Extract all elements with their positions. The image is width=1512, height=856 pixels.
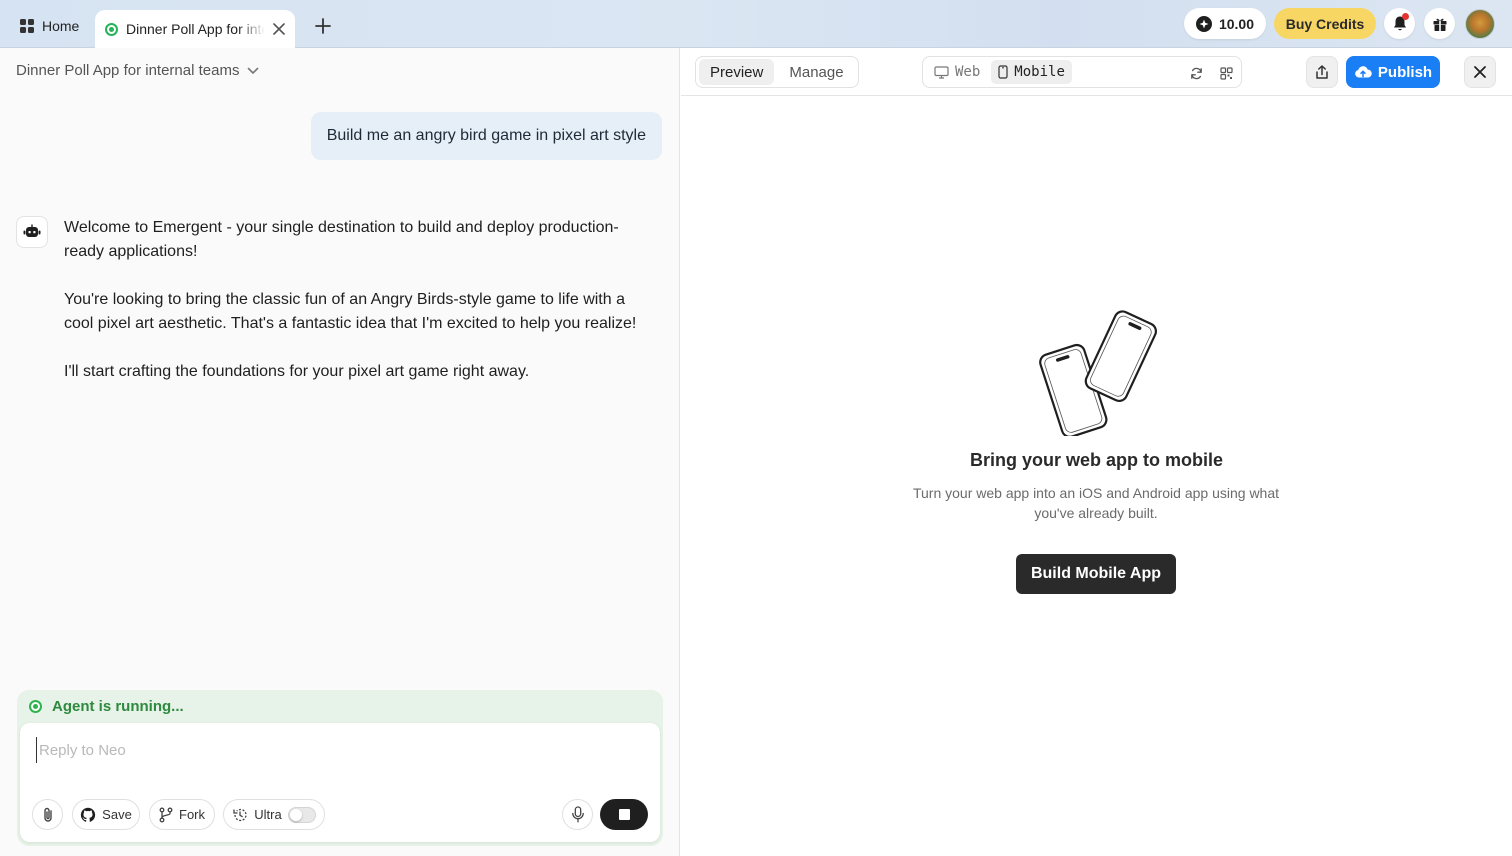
save-to-github-button[interactable]: Save	[72, 799, 140, 830]
credits-balance[interactable]: 10.00	[1184, 8, 1266, 39]
device-switcher: Web Mobile	[922, 56, 1242, 88]
credits-icon	[1195, 15, 1212, 32]
assistant-message: Welcome to Emergent - your single destin…	[64, 216, 654, 408]
close-icon	[1473, 65, 1487, 79]
notifications-button[interactable]	[1384, 8, 1415, 39]
credits-value: 10.00	[1218, 15, 1255, 32]
device-mobile-option[interactable]: Mobile	[991, 60, 1072, 84]
new-tab-button[interactable]	[310, 13, 336, 39]
save-label: Save	[102, 807, 132, 822]
gift-icon	[1432, 16, 1448, 32]
running-indicator-icon	[29, 700, 42, 713]
assistant-paragraph: I'll start crafting the foundations for …	[64, 363, 530, 380]
agent-composer: Agent is running... Save Fork	[17, 690, 663, 846]
home-tab[interactable]: Home	[12, 10, 87, 42]
notification-badge	[1402, 13, 1409, 20]
fork-label: Fork	[179, 807, 205, 822]
robot-icon	[23, 224, 41, 240]
gift-button[interactable]	[1424, 8, 1455, 39]
preview-panel: Preview Manage Web Mobile Publish Bring …	[681, 48, 1512, 856]
device-mobile-label: Mobile	[1014, 64, 1065, 80]
project-name: Dinner Poll App for internal teams	[16, 62, 240, 79]
stop-agent-button[interactable]	[600, 799, 648, 830]
top-bar: Home Dinner Poll App for internal teams …	[0, 0, 1512, 48]
home-tab-label: Home	[42, 18, 80, 34]
close-preview-button[interactable]	[1464, 56, 1496, 88]
agent-status-text: Agent is running...	[52, 698, 184, 715]
empty-state-title: Bring your web app to mobile	[969, 450, 1223, 470]
history-clock-icon	[232, 807, 248, 823]
attach-button[interactable]	[32, 799, 63, 830]
chat-panel: Dinner Poll App for internal teams Build…	[0, 48, 680, 856]
agent-status: Agent is running...	[29, 698, 184, 715]
cloud-upload-icon	[1354, 65, 1372, 79]
device-web-option[interactable]: Web	[927, 60, 987, 84]
view-tabs: Preview Manage	[695, 56, 859, 88]
share-button[interactable]	[1306, 56, 1338, 88]
phones-illustration	[1036, 310, 1158, 436]
refresh-button[interactable]	[1187, 64, 1205, 82]
bot-avatar	[16, 216, 48, 248]
empty-state-subtitle: Turn your web app into an iOS and Androi…	[912, 485, 1280, 521]
publish-button[interactable]: Publish	[1346, 56, 1440, 88]
tab-preview[interactable]: Preview	[699, 59, 775, 85]
paperclip-icon	[41, 807, 55, 823]
share-icon	[1315, 64, 1329, 80]
close-tab-icon[interactable]	[273, 23, 285, 35]
status-dot-icon	[105, 22, 118, 36]
plus-icon	[315, 18, 331, 34]
refresh-icon	[1190, 67, 1203, 80]
assistant-paragraph: Welcome to Emergent - your single destin…	[64, 219, 619, 260]
buy-credits-button[interactable]: Buy Credits	[1274, 8, 1376, 39]
microphone-icon	[571, 806, 585, 823]
publish-label: Publish	[1377, 63, 1433, 81]
tab-manage[interactable]: Manage	[778, 59, 854, 85]
user-message: Build me an angry bird game in pixel art…	[310, 112, 662, 160]
preview-toolbar: Preview Manage Web Mobile Publish	[681, 48, 1512, 96]
assistant-paragraph: You're looking to bring the classic fun …	[64, 291, 637, 332]
reply-input[interactable]	[36, 737, 636, 763]
qr-code-button[interactable]	[1217, 64, 1235, 82]
ultra-mode-toggle[interactable]: Ultra	[223, 799, 325, 830]
voice-input-button[interactable]	[562, 799, 593, 830]
reply-card: Save Fork Ultra	[20, 723, 660, 842]
github-icon	[80, 807, 96, 823]
project-tab-title: Dinner Poll App for internal teams	[126, 21, 265, 37]
qr-code-icon	[1219, 66, 1233, 80]
device-web-label: Web	[955, 64, 981, 80]
ultra-label: Ultra	[254, 807, 282, 822]
grid-icon	[20, 19, 34, 33]
fork-button[interactable]: Fork	[149, 799, 215, 830]
project-selector[interactable]: Dinner Poll App for internal teams	[16, 62, 259, 79]
avatar[interactable]	[1465, 9, 1495, 39]
phone-icon	[998, 65, 1008, 79]
stop-icon	[618, 809, 630, 820]
monitor-icon	[934, 65, 949, 79]
fork-icon	[159, 807, 173, 823]
build-mobile-app-button[interactable]: Build Mobile App	[1016, 554, 1176, 594]
project-tab[interactable]: Dinner Poll App for internal teams	[95, 10, 295, 48]
chevron-down-icon	[247, 67, 259, 75]
ultra-switch[interactable]	[287, 806, 316, 823]
